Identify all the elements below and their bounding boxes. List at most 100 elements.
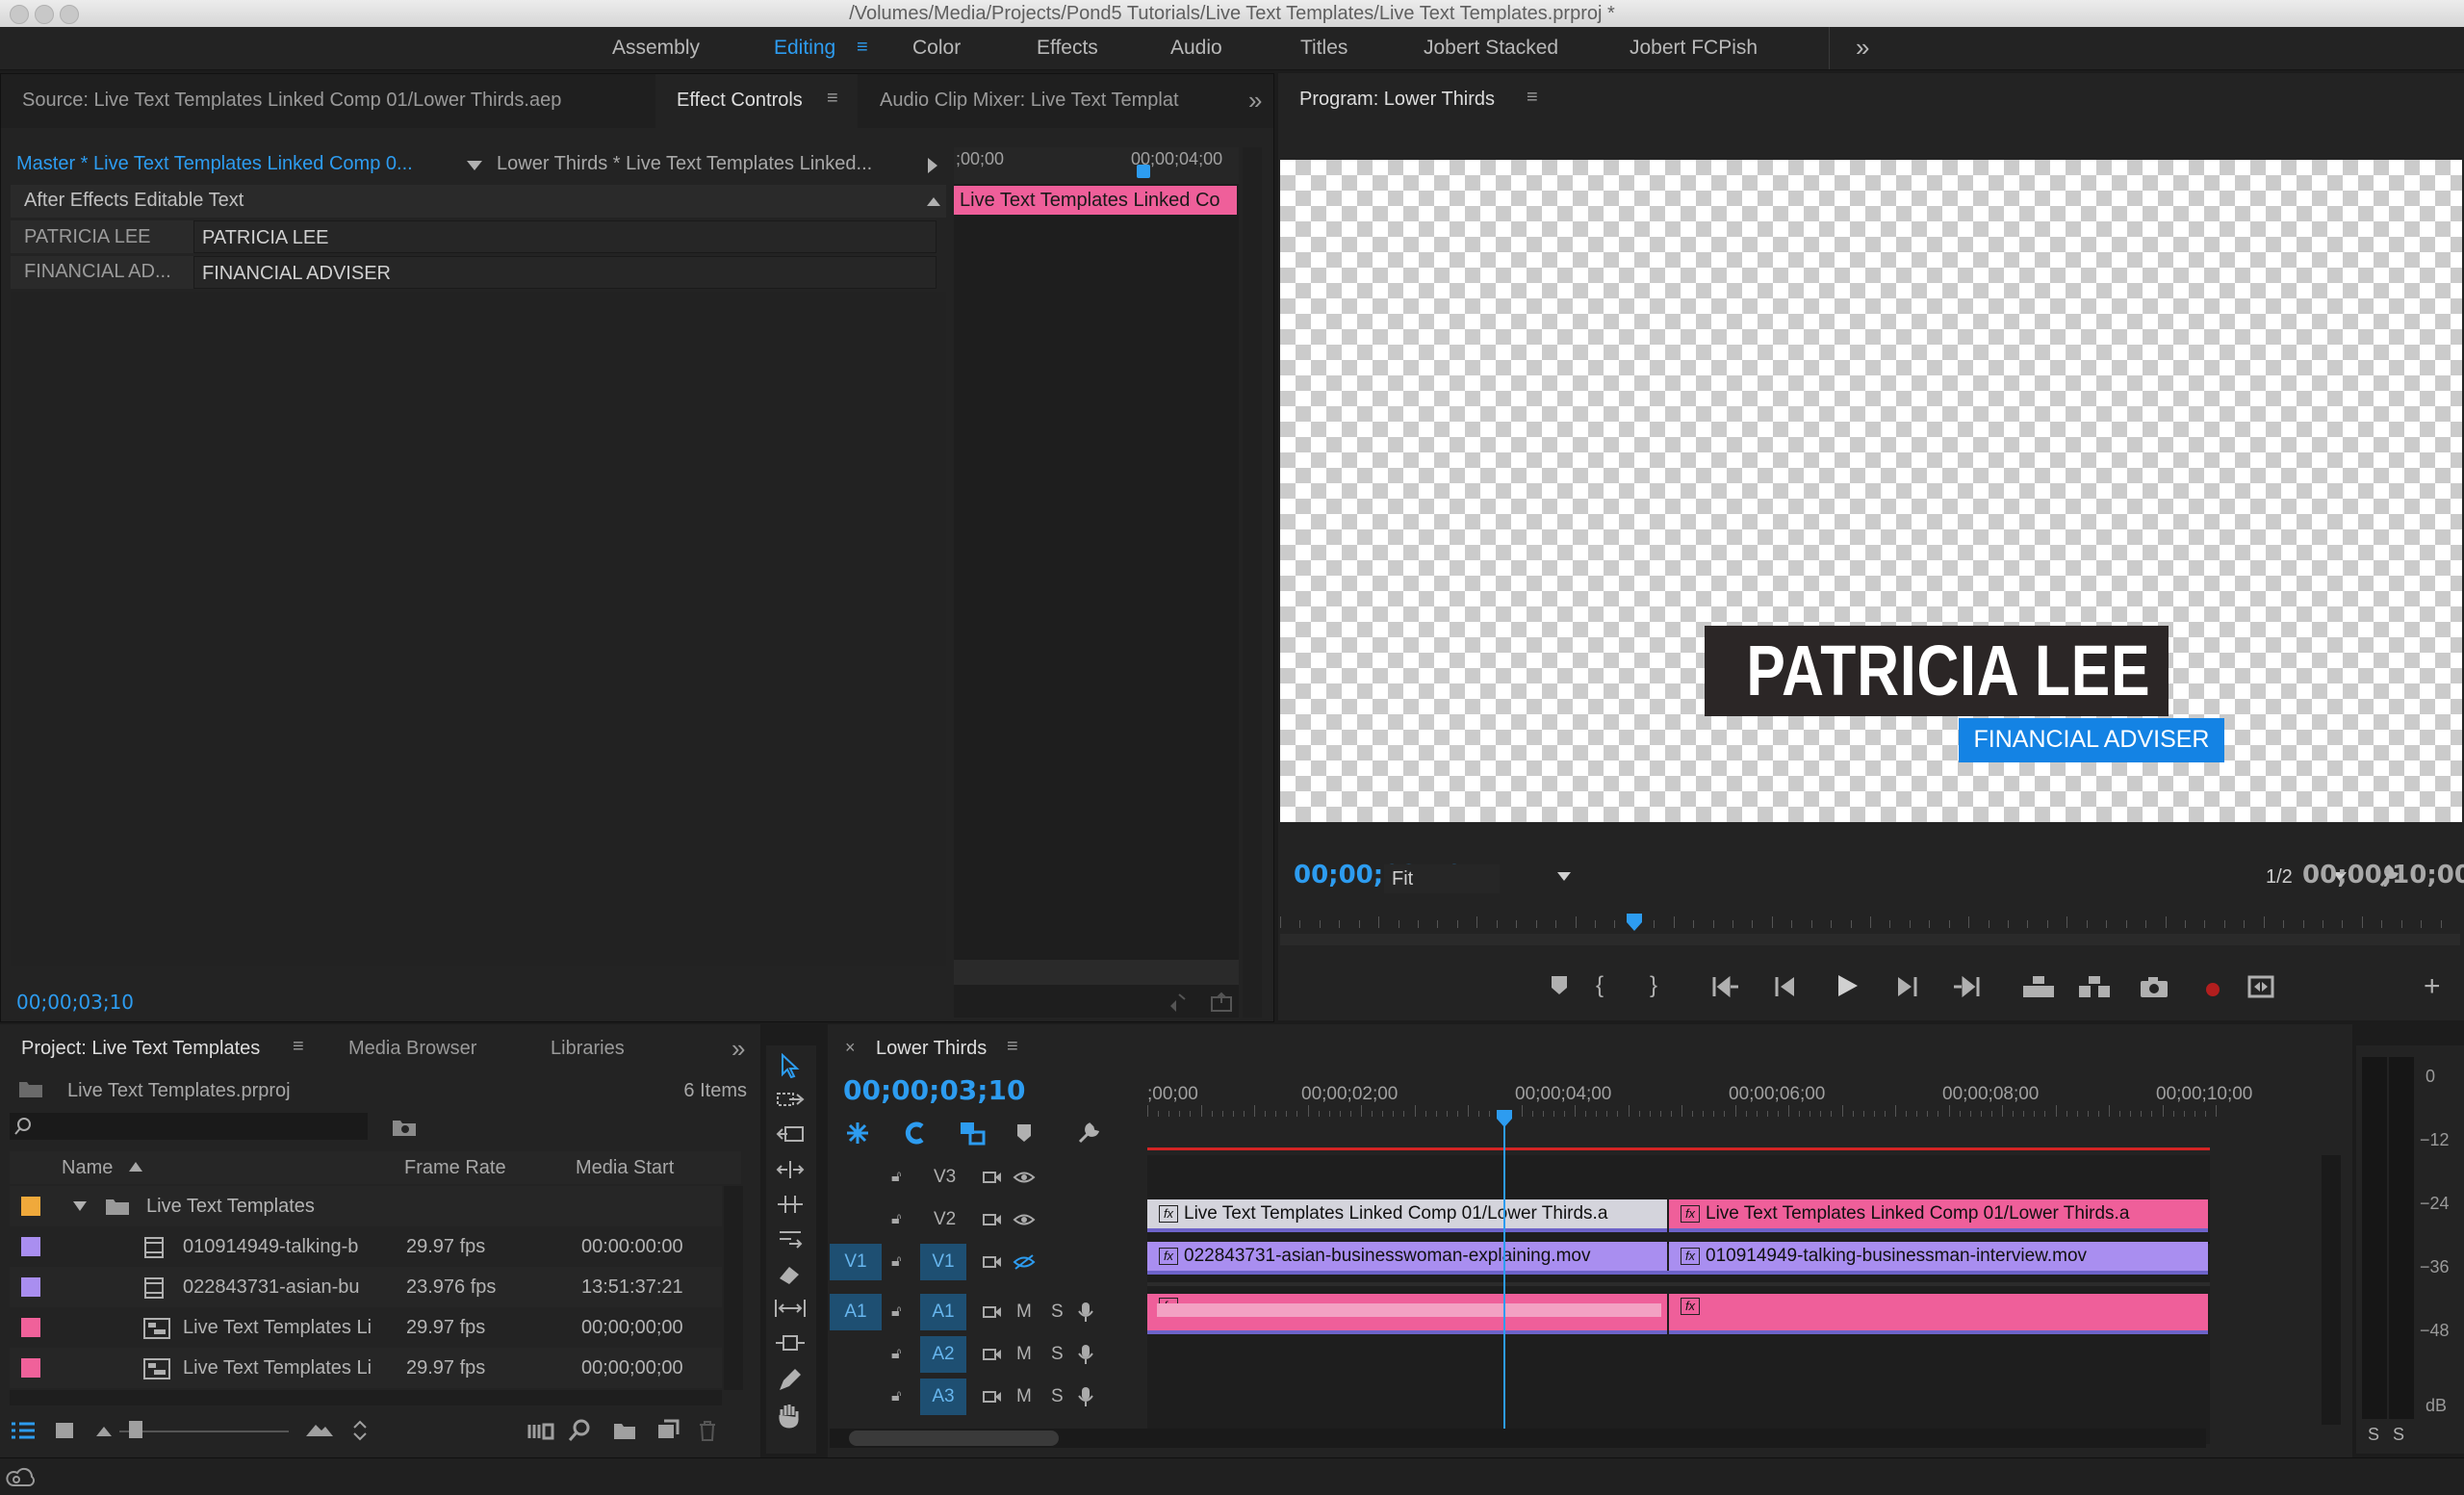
sync-lock-v2-icon[interactable] [982, 1211, 1003, 1228]
mute-a2-button[interactable]: M [1016, 1344, 1032, 1365]
label-color-swatch[interactable] [21, 1237, 40, 1256]
lock-a3-icon[interactable]: 🔓︎ [891, 1388, 901, 1405]
lift-icon[interactable] [2021, 974, 2056, 999]
button-editor-icon[interactable]: + [2424, 970, 2441, 1003]
thumbnail-size-slider[interactable] [119, 1431, 289, 1432]
find-icon[interactable] [568, 1419, 591, 1442]
resolution-value[interactable]: 1/2 [2266, 866, 2293, 889]
new-search-bin-icon[interactable] [391, 1117, 418, 1138]
extract-icon[interactable] [2077, 974, 2112, 999]
zoom-out-icon[interactable] [94, 1423, 114, 1438]
track-select-tool-icon[interactable] [776, 1090, 805, 1109]
mini-clip[interactable]: Live Text Templates Linked Co [954, 186, 1237, 215]
slide-tool-icon[interactable] [774, 1332, 807, 1353]
collapse-section-icon[interactable] [927, 197, 940, 206]
voice-over-a3-icon[interactable] [1078, 1386, 1093, 1407]
workspace-menu-icon[interactable]: ≡ [857, 37, 868, 59]
export-frame-camera-icon[interactable] [2139, 974, 2169, 999]
project-search-input[interactable] [10, 1113, 368, 1140]
sort-icons-icon[interactable] [350, 1419, 370, 1442]
workspaces-overflow-icon[interactable]: » [1856, 33, 1869, 63]
thumbnail-slider-handle[interactable] [129, 1421, 142, 1438]
track-name-v3[interactable]: V3 [934, 1167, 956, 1188]
voice-over-a2-icon[interactable] [1078, 1344, 1093, 1365]
play-icon[interactable] [1835, 972, 1860, 999]
pen-tool-icon[interactable] [776, 1367, 803, 1392]
mute-a1-button[interactable]: M [1016, 1302, 1032, 1323]
tabs-overflow-icon[interactable]: » [1248, 86, 1262, 116]
hand-tool-icon[interactable] [776, 1402, 803, 1429]
zoom-level-select[interactable]: Fit [1384, 864, 1500, 893]
sort-ascending-icon[interactable] [129, 1162, 142, 1172]
program-viewer[interactable] [1280, 160, 2462, 822]
workspace-effects[interactable]: Effects [1037, 37, 1098, 60]
program-time-ruler[interactable] [1280, 913, 2460, 951]
step-forward-icon[interactable] [1894, 974, 1919, 999]
label-color-swatch[interactable] [21, 1318, 40, 1337]
lock-v1-icon[interactable]: 🔓︎ [891, 1253, 901, 1271]
solo-left-button[interactable]: S [2368, 1425, 2379, 1445]
project-list-item[interactable]: 010914949-talking-b 29.97 fps 00:00:00:00 [10, 1226, 722, 1267]
workspace-titles[interactable]: Titles [1300, 37, 1348, 60]
snap-icon[interactable] [903, 1121, 928, 1146]
voice-over-a1-icon[interactable] [1078, 1302, 1093, 1323]
rolling-edit-tool-icon[interactable] [776, 1159, 805, 1180]
label-color-swatch[interactable] [21, 1358, 40, 1378]
track-name-a3[interactable]: A3 [920, 1379, 966, 1415]
mini-zoom-scrollbar[interactable] [954, 960, 1239, 985]
lock-a2-icon[interactable]: 🔓︎ [891, 1346, 901, 1363]
automate-to-sequence-icon[interactable] [527, 1421, 554, 1440]
workspace-color[interactable]: Color [912, 37, 961, 60]
project-list-item[interactable]: 022843731-asian-bu 23.976 fps 13:51:37:21 [10, 1267, 722, 1307]
insert-overwrite-sequences-icon[interactable] [845, 1121, 870, 1146]
close-sequence-icon[interactable]: × [845, 1038, 856, 1058]
sync-lock-a3-icon[interactable] [982, 1388, 1003, 1405]
timeline-h-scroll-thumb[interactable] [849, 1431, 1059, 1446]
sequence-menu-icon[interactable]: ≡ [1007, 1036, 1018, 1058]
timeline-clip-v2-b[interactable]: fx Live Text Templates Linked Comp 01/Low… [1669, 1199, 2208, 1232]
effect-controls-timecode[interactable]: 00;00;03;10 [16, 991, 134, 1014]
column-frame-rate[interactable]: Frame Rate [404, 1157, 506, 1179]
sequence-clip-label[interactable]: Lower Thirds * Live Text Templates Linke… [497, 153, 911, 175]
project-h-scrollbar[interactable] [10, 1390, 722, 1405]
go-to-out-icon[interactable] [1952, 974, 1981, 999]
razor-tool-icon[interactable] [776, 1228, 805, 1250]
sync-lock-v3-icon[interactable] [982, 1169, 1003, 1186]
timeline-clip-a1-a[interactable]: fx [1147, 1294, 1667, 1334]
list-view-icon[interactable] [10, 1421, 37, 1440]
timeline-ruler[interactable]: ;00;00 00;00;02;00 00;00;04;00 00;00;06;… [1147, 1072, 2306, 1119]
tab-effect-controls[interactable]: Effect Controls [677, 90, 803, 112]
timeline-clip-a1-b[interactable]: fx [1669, 1294, 2208, 1334]
project-menu-icon[interactable]: ≡ [293, 1036, 304, 1058]
add-marker-timeline-icon[interactable] [1014, 1122, 1034, 1144]
new-bin-icon[interactable] [612, 1421, 637, 1440]
source-patch-v1[interactable]: V1 [830, 1244, 882, 1280]
expand-folder-icon[interactable] [73, 1201, 87, 1211]
toggle-output-v3-icon[interactable] [1013, 1169, 1036, 1186]
mini-playhead[interactable] [1137, 165, 1150, 178]
tab-media-browser[interactable]: Media Browser [348, 1038, 476, 1060]
export-frame-icon[interactable] [1210, 992, 1235, 1013]
sequence-tab[interactable]: Lower Thirds [876, 1038, 987, 1060]
tab-audio-clip-mixer[interactable]: Audio Clip Mixer: Live Text Templat [880, 90, 1207, 112]
source-patch-a1[interactable]: A1 [830, 1294, 882, 1330]
lock-v3-icon[interactable]: 🔓︎ [891, 1169, 901, 1186]
program-menu-icon[interactable]: ≡ [1527, 87, 1538, 109]
icon-view-icon[interactable] [54, 1421, 75, 1440]
column-media-start[interactable]: Media Start [576, 1157, 674, 1179]
track-name-v2[interactable]: V2 [934, 1209, 956, 1230]
lock-v2-icon[interactable]: 🔓︎ [891, 1211, 901, 1228]
mini-scrollbar[interactable] [1243, 147, 1262, 1018]
record-icon[interactable] [2206, 983, 2220, 996]
eraser-tool-icon[interactable] [776, 1263, 803, 1286]
workspace-jobert-fcpish[interactable]: Jobert FCPish [1630, 37, 1758, 60]
sync-lock-a1-icon[interactable] [982, 1303, 1003, 1321]
solo-a3-button[interactable]: S [1051, 1386, 1064, 1407]
program-monitor-title[interactable]: Program: Lower Thirds [1299, 89, 1495, 111]
track-name-a2[interactable]: A2 [920, 1336, 966, 1373]
column-name[interactable]: Name [62, 1157, 113, 1179]
add-marker-icon[interactable] [1548, 972, 1571, 997]
creative-cloud-icon[interactable] [6, 1464, 35, 1489]
project-list-item[interactable]: Live Text Templates Li 29.97 fps 00;00;00;… [10, 1307, 722, 1348]
solo-a2-button[interactable]: S [1051, 1344, 1064, 1365]
